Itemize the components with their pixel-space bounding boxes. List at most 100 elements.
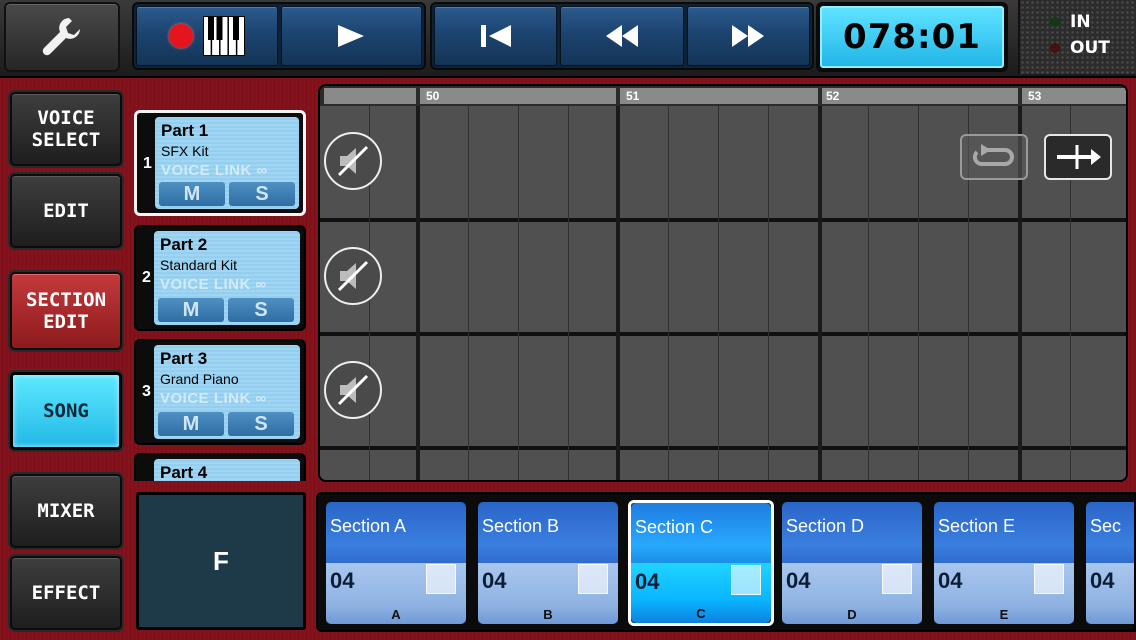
section-letter: C	[696, 606, 706, 621]
section-letter: B	[543, 607, 553, 622]
mute-button[interactable]: M	[159, 182, 225, 206]
beat-line	[568, 106, 569, 480]
effect-button[interactable]: EFFECT	[10, 556, 122, 630]
piano-keyboard-icon	[202, 16, 245, 56]
chord-pad[interactable]: F	[136, 492, 306, 630]
part-title: Part 4	[160, 463, 208, 481]
beat-line	[518, 106, 519, 480]
track-row-3[interactable]	[320, 336, 1126, 446]
section-d-button[interactable]: Section D 04 D	[782, 502, 922, 624]
play-button[interactable]	[280, 6, 422, 66]
part-4-strip[interactable]: Part 4	[134, 453, 306, 481]
part-2-strip[interactable]: 2 Part 2 Standard Kit VOICE LINK ∞ M S	[134, 225, 306, 331]
section-indicator	[426, 564, 456, 594]
measure-number: 50	[426, 89, 440, 103]
in-label: IN	[1070, 12, 1091, 32]
beat-line	[468, 106, 469, 480]
voice-link-indicator: VOICE LINK ∞	[161, 162, 268, 179]
out-label: OUT	[1070, 38, 1110, 58]
skip-to-start-button[interactable]	[434, 6, 558, 66]
section-card: Section B 04 B	[478, 502, 618, 624]
track-row-2[interactable]	[320, 222, 1126, 332]
part-voice-name: Grand Piano	[160, 371, 239, 387]
rewind-icon	[605, 25, 638, 47]
song-position-counter[interactable]: 078:01	[816, 2, 1008, 72]
part-voice-name: Standard Kit	[160, 257, 238, 273]
voice-link-label: VOICE LINK	[160, 390, 251, 407]
part-title: Part 1	[161, 121, 209, 140]
skip-to-start-icon	[480, 25, 511, 47]
section-card: Section E 04 E	[934, 502, 1074, 624]
out-led-icon	[1050, 43, 1060, 53]
section-letter: A	[391, 607, 401, 622]
fast-forward-button[interactable]	[686, 6, 810, 66]
in-indicator: IN	[1050, 12, 1091, 32]
beat-line	[668, 106, 669, 480]
section-length: 04	[635, 569, 660, 594]
part-card[interactable]: Part 2 Standard Kit VOICE LINK ∞ M S	[154, 231, 300, 325]
counter-display: 078:01	[820, 6, 1004, 68]
bar-line	[616, 106, 620, 480]
section-card: Section D 04 D	[782, 502, 922, 624]
solo-button[interactable]: S	[228, 298, 294, 322]
link-icon: ∞	[255, 276, 267, 293]
song-button[interactable]: SONG	[10, 372, 122, 450]
track-row-4[interactable]	[320, 450, 1126, 480]
voice-select-button[interactable]: VOICE SELECT	[10, 92, 122, 166]
record-button[interactable]	[136, 6, 278, 66]
beat-line	[718, 106, 719, 480]
track-1-mute-toggle[interactable]	[324, 132, 382, 190]
beat-line	[768, 106, 769, 480]
mixer-button[interactable]: MIXER	[10, 474, 122, 548]
link-icon: ∞	[255, 390, 267, 407]
section-card: Section C 04 C	[631, 503, 771, 623]
section-f-button[interactable]: Sec 04	[1086, 502, 1134, 624]
beat-line	[868, 106, 869, 480]
part-card[interactable]: Part 1 SFX Kit VOICE LINK ∞ M S	[155, 117, 299, 209]
mute-button[interactable]: M	[158, 412, 224, 436]
section-e-button[interactable]: Section E 04 E	[934, 502, 1074, 624]
section-length: 04	[482, 568, 507, 593]
part-1-strip[interactable]: 1 Part 1 SFX Kit VOICE LINK ∞ M S	[134, 110, 306, 216]
solo-button[interactable]: S	[229, 182, 295, 206]
mute-button[interactable]: M	[158, 298, 224, 322]
section-length: 04	[330, 568, 355, 593]
section-b-button[interactable]: Section B 04 B	[478, 502, 618, 624]
section-a-button[interactable]: Section A 04 A	[326, 502, 466, 624]
section-length: 04	[1090, 568, 1115, 593]
voice-link-indicator: VOICE LINK ∞	[160, 276, 267, 293]
settings-button[interactable]	[4, 2, 120, 72]
rewind-button[interactable]	[560, 6, 684, 66]
track-2-mute-toggle[interactable]	[324, 247, 382, 305]
fast-forward-icon	[732, 25, 765, 47]
wrench-icon	[42, 18, 80, 56]
measure-number: 53	[1028, 89, 1042, 103]
loop-button[interactable]	[960, 134, 1028, 180]
part-card[interactable]: Part 4	[154, 459, 300, 481]
section-edit-button[interactable]: SECTION EDIT	[10, 272, 122, 350]
section-c-button[interactable]: Section C 04 C	[628, 500, 774, 626]
edit-button[interactable]: EDIT	[10, 174, 122, 248]
song-track-grid[interactable]: 50 51 52 53	[318, 84, 1128, 482]
measure-ruler[interactable]: 50 51 52 53	[320, 86, 1126, 106]
part-number: 2	[142, 269, 151, 286]
part-3-strip[interactable]: 3 Part 3 Grand Piano VOICE LINK ∞ M S	[134, 339, 306, 445]
part-card[interactable]: Part 3 Grand Piano VOICE LINK ∞ M S	[154, 345, 300, 439]
link-icon: ∞	[256, 162, 268, 179]
section-letter: D	[847, 607, 857, 622]
voice-link-label: VOICE LINK	[161, 162, 252, 179]
io-indicator-panel: IN OUT	[1018, 0, 1136, 74]
measure-number: 51	[626, 89, 640, 103]
section-card: Section A 04 A	[326, 502, 466, 624]
section-name: Section C	[635, 517, 714, 537]
bar-line	[818, 106, 822, 480]
section-indicator	[1034, 564, 1064, 594]
split-button[interactable]	[1044, 134, 1112, 180]
track-3-mute-toggle[interactable]	[324, 361, 382, 419]
section-selector: Section A 04 A Section B 04 B Section C …	[316, 492, 1136, 632]
voice-link-indicator: VOICE LINK ∞	[160, 390, 267, 407]
ruler-segment	[324, 88, 416, 104]
section-indicator	[731, 565, 761, 595]
voice-link-label: VOICE LINK	[160, 276, 251, 293]
solo-button[interactable]: S	[228, 412, 294, 436]
